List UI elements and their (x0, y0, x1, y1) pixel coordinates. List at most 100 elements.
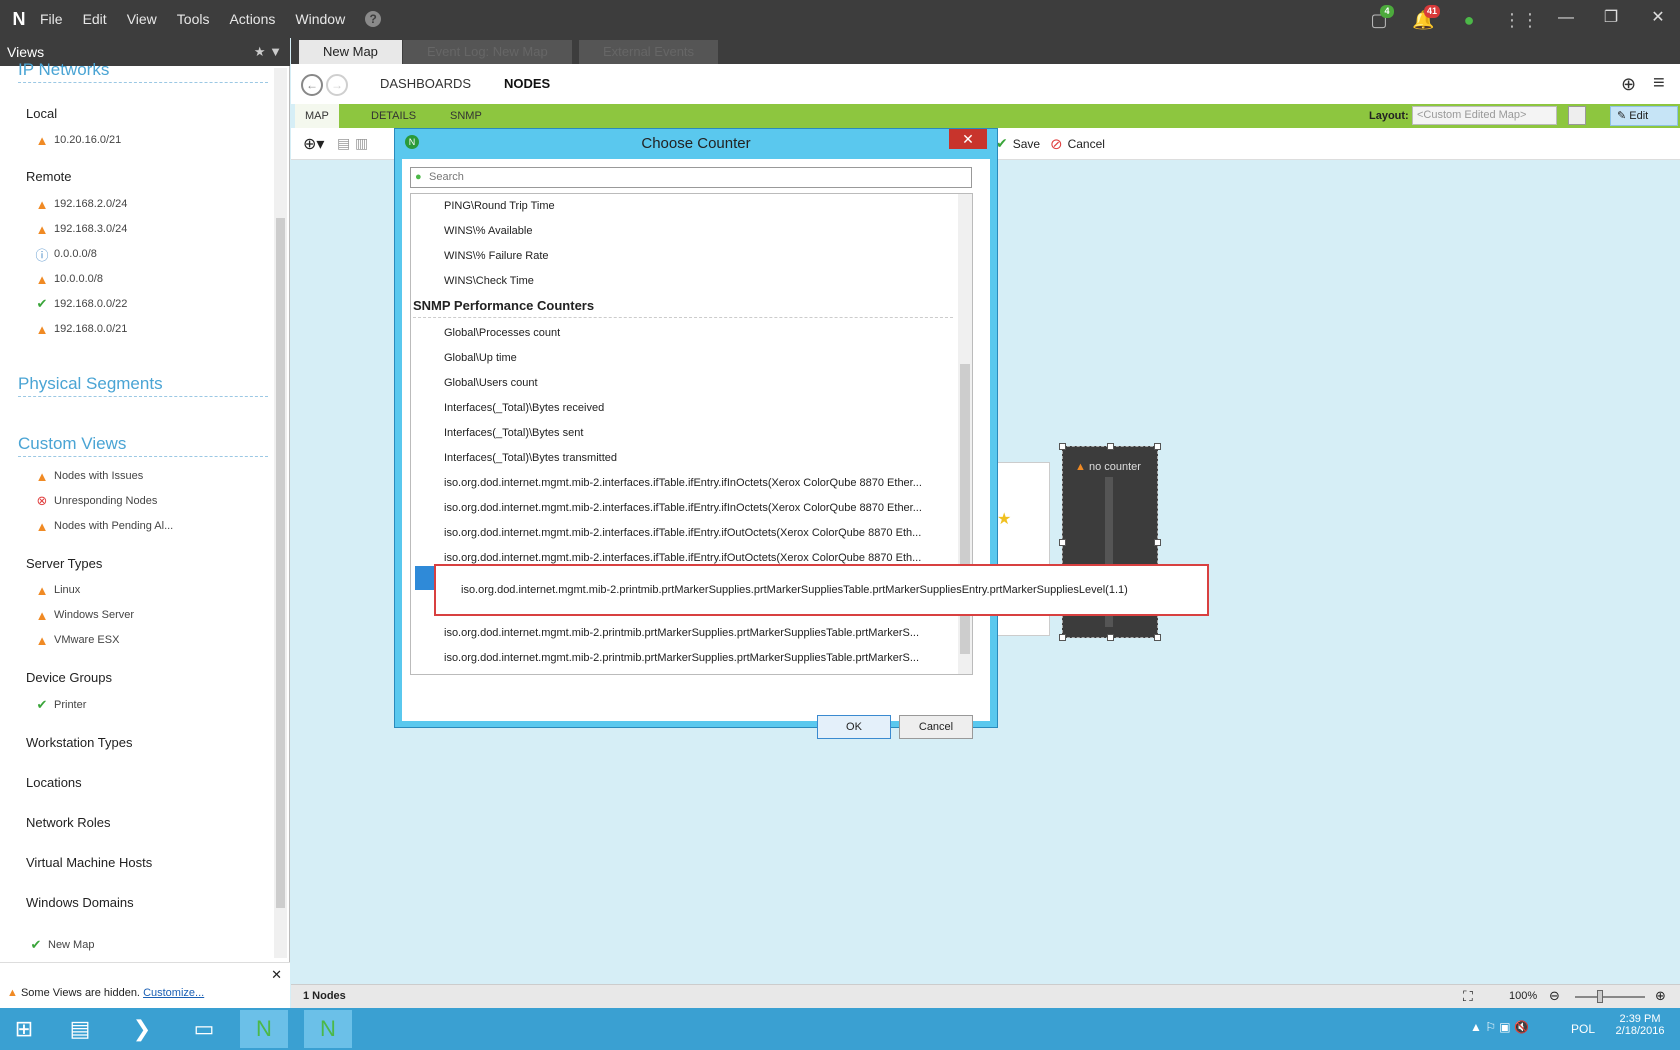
netcrunch-app-icon-2[interactable]: N (304, 1010, 352, 1048)
resize-handle[interactable] (1059, 443, 1066, 450)
tray-icons[interactable]: ▲ ⚐ ▣ 🔇 (1470, 1020, 1529, 1034)
list-item[interactable]: iso.org.dod.internet.mgmt.mib-2.interfac… (444, 523, 954, 543)
zoom-slider[interactable] (1575, 996, 1645, 998)
group-locations[interactable]: Locations (26, 775, 82, 790)
list-item[interactable]: ▲ Nodes with Issues (34, 467, 144, 485)
menu-tools[interactable]: Tools (177, 11, 210, 27)
list-item[interactable]: ✔ 192.168.0.0/22 (34, 295, 128, 313)
restore-icon[interactable]: ❐ (1598, 6, 1624, 30)
group-device-groups[interactable]: Device Groups (26, 670, 112, 685)
server-manager-icon[interactable]: ▤ (56, 1010, 104, 1048)
group-network-roles[interactable]: Network Roles (26, 815, 111, 830)
resize-handle[interactable] (1107, 443, 1114, 450)
tab-new-map[interactable]: New Map (299, 40, 402, 64)
cancel-button[interactable]: ⊘ Cancel (1050, 135, 1105, 153)
list-item[interactable]: WINS\% Available (444, 221, 954, 241)
list-item[interactable]: Global\Users count (444, 373, 954, 393)
list-item[interactable]: ▲ Windows Server (34, 606, 135, 624)
nav-nodes[interactable]: NODES (504, 76, 550, 91)
section-ip-networks[interactable]: IP Networks (18, 60, 268, 83)
list-item[interactable]: ▲ 10.20.16.0/21 (34, 131, 122, 149)
search-q-icon[interactable]: ● (1458, 9, 1480, 31)
group-local[interactable]: Local (26, 106, 57, 121)
netcrunch-app-icon[interactable]: N (240, 1010, 288, 1048)
zoom-out-icon[interactable]: ⊖ (1549, 988, 1560, 1004)
group-vm-hosts[interactable]: Virtual Machine Hosts (26, 855, 152, 870)
list-item[interactable]: ⊗ Unresponding Nodes (34, 492, 158, 510)
clock[interactable]: 2:39 PM 2/18/2016 (1612, 1013, 1668, 1037)
customize-link[interactable]: Customize... (143, 987, 204, 999)
edit-button[interactable]: ✎ Edit (1610, 106, 1678, 126)
help-icon[interactable]: ? (365, 11, 382, 27)
list-item[interactable]: WINS\% Failure Rate (444, 246, 954, 266)
list-item[interactable]: PING\Round Trip Time (444, 196, 954, 216)
close-icon[interactable]: ✕ (1645, 6, 1671, 30)
list-item[interactable]: Interfaces(_Total)\Bytes sent (444, 423, 954, 443)
add-object-icon[interactable]: ⊕▾ (303, 134, 324, 154)
menu-edit[interactable]: Edit (83, 11, 107, 27)
save-button[interactable]: ✔ Save (996, 135, 1040, 152)
forward-icon[interactable]: → (326, 74, 348, 96)
resize-handle[interactable] (1107, 634, 1114, 641)
views-scrollbar[interactable] (274, 68, 287, 958)
tab-external-events[interactable]: External Events (579, 40, 719, 64)
resize-handle[interactable] (1154, 634, 1161, 641)
list-item[interactable]: ▲ 10.0.0.0/8 (34, 270, 103, 288)
align-icon[interactable]: ▤ (337, 135, 350, 152)
list-item[interactable]: iso.org.dod.internet.mgmt.mib-2.interfac… (444, 473, 954, 493)
subtab-map[interactable]: MAP (295, 104, 339, 128)
list-item[interactable]: iso.org.dod.internet.mgmt.mib-2.printmib… (444, 623, 954, 643)
ok-button[interactable]: OK (817, 715, 891, 739)
section-custom-views[interactable]: Custom Views (18, 434, 268, 457)
alerts-bell-icon[interactable]: 🔔 41 (1412, 5, 1441, 31)
menu-file[interactable]: File (40, 11, 63, 27)
subtab-details[interactable]: DETAILS (371, 104, 416, 128)
resize-handle[interactable] (1059, 539, 1066, 546)
group-remote[interactable]: Remote (26, 169, 72, 184)
layout-select[interactable]: <Custom Edited Map> (1412, 106, 1557, 125)
list-item[interactable]: iso.org.dod.internet.mgmt.mib-2.interfac… (444, 498, 954, 518)
list-item[interactable]: ▲ VMware ESX (34, 631, 120, 649)
list-item[interactable]: ⓘ 0.0.0.0/8 (34, 245, 96, 263)
search-input[interactable]: ● Search (410, 167, 972, 188)
hamburger-menu-icon[interactable]: ≡ (1653, 72, 1665, 95)
close-icon[interactable]: ✕ (271, 967, 282, 983)
language-indicator[interactable]: POL (1571, 1022, 1595, 1036)
group-server-types[interactable]: Server Types (26, 556, 102, 571)
group-windows-domains[interactable]: Windows Domains (26, 895, 134, 910)
nav-dashboards[interactable]: DASHBOARDS (380, 76, 471, 91)
list-item[interactable]: WINS\Check Time (444, 271, 954, 291)
distribute-icon[interactable]: ▥ (355, 135, 368, 152)
tab-event-log[interactable]: Event Log: New Map (403, 40, 572, 64)
list-item[interactable]: ▲ Nodes with Pending Al... (34, 517, 174, 535)
list-item[interactable]: ✔ Printer (34, 696, 87, 714)
zoom-slider-thumb[interactable] (1597, 990, 1603, 1003)
list-item[interactable]: iso.org.dod.internet.mgmt.mib-2.printmib… (444, 648, 954, 668)
apps-grid-icon[interactable]: ⋮⋮ (1503, 9, 1539, 31)
list-item[interactable]: ▲ 192.168.2.0/24 (34, 195, 128, 213)
fit-icon[interactable]: ⛶ (1463, 988, 1473, 1005)
list-item[interactable]: Interfaces(_Total)\Bytes received (444, 398, 954, 418)
start-windows-icon[interactable]: ⊞ (0, 1010, 48, 1048)
menu-window[interactable]: Window (295, 11, 345, 27)
menu-actions[interactable]: Actions (229, 11, 275, 27)
add-icon[interactable]: ⊕ (1621, 74, 1636, 95)
list-item[interactable]: ▲ 192.168.3.0/24 (34, 220, 128, 238)
dialog-close-button[interactable]: ✕ (949, 129, 987, 149)
zoom-in-icon[interactable]: ⊕ (1655, 988, 1666, 1004)
resize-handle[interactable] (1154, 539, 1161, 546)
layout-options-icon[interactable] (1568, 106, 1586, 125)
subtab-snmp[interactable]: SNMP (450, 104, 482, 128)
list-item[interactable]: Global\Up time (444, 348, 954, 368)
dialog-cancel-button[interactable]: Cancel (899, 715, 973, 739)
section-physical-segments[interactable]: Physical Segments (18, 374, 268, 397)
list-item[interactable]: ▲ 192.168.0.0/21 (34, 320, 128, 338)
resize-handle[interactable] (1059, 634, 1066, 641)
list-item[interactable]: Interfaces(_Total)\Bytes transmitted (444, 448, 954, 468)
back-icon[interactable]: ← (301, 74, 323, 96)
group-workstation-types[interactable]: Workstation Types (26, 735, 132, 750)
minimize-icon[interactable]: — (1553, 6, 1579, 30)
resize-handle[interactable] (1154, 443, 1161, 450)
menu-view[interactable]: View (127, 11, 157, 27)
scroll-thumb[interactable] (276, 218, 285, 908)
